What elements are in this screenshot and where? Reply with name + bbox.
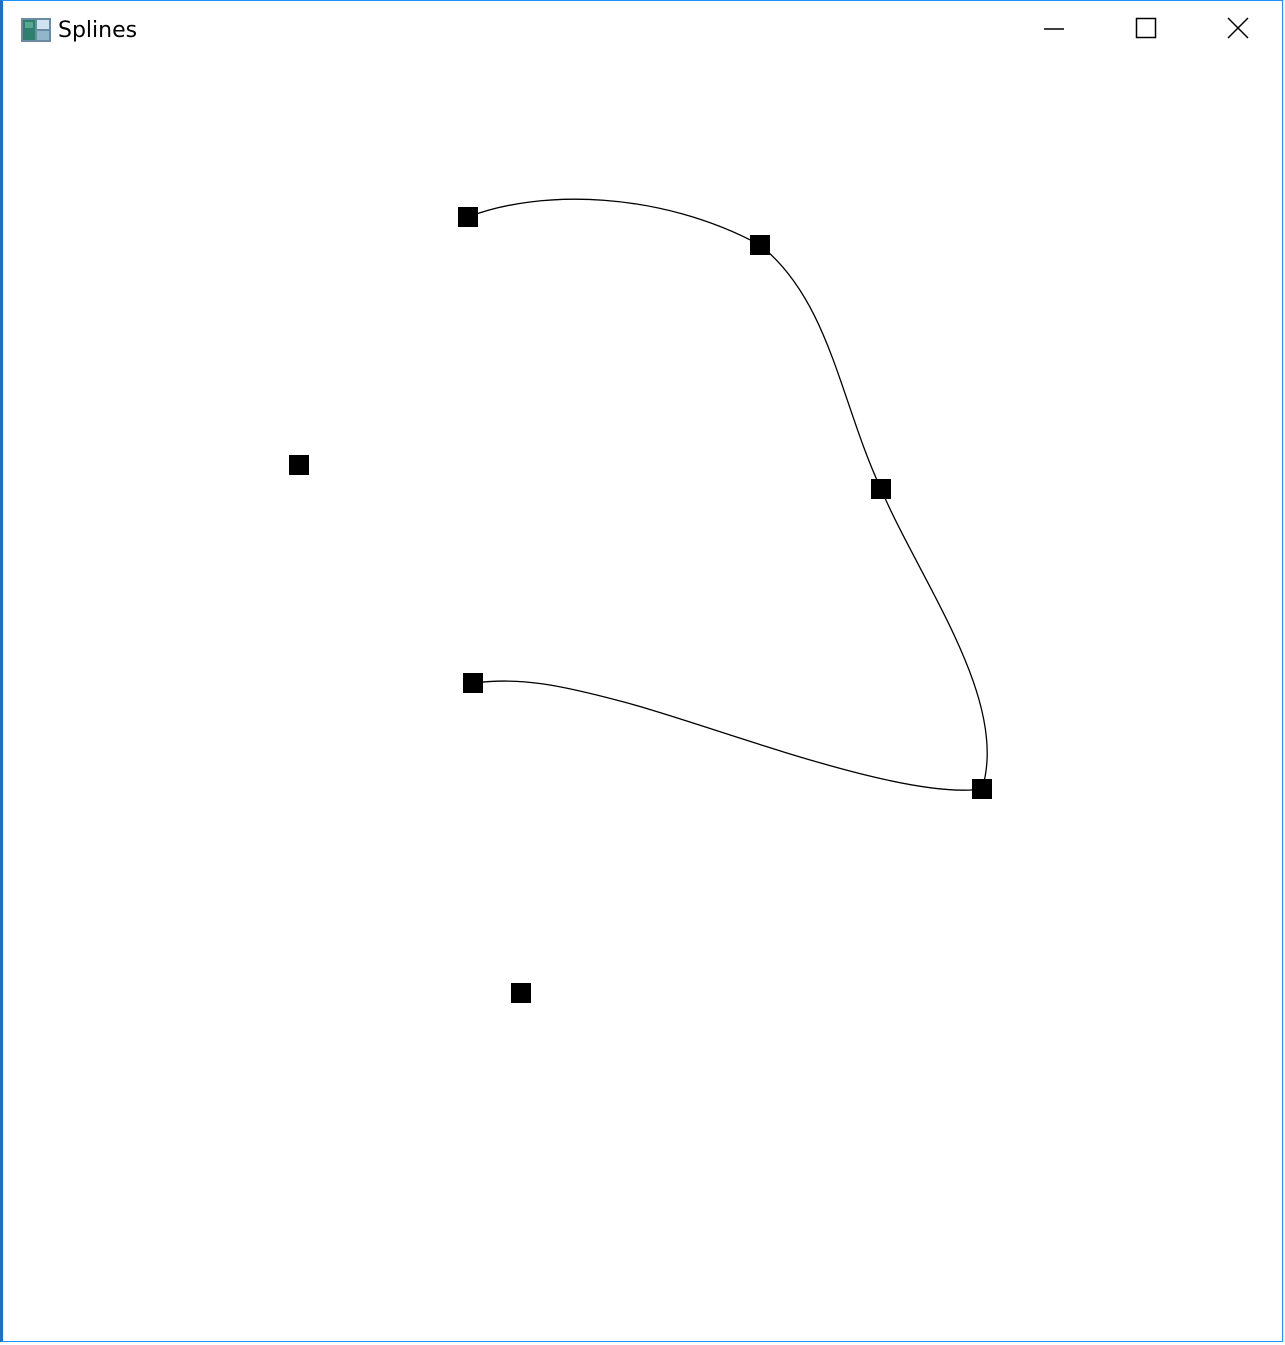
drawing-canvas[interactable]: [3, 63, 1285, 1343]
control-point[interactable]: [289, 455, 309, 475]
control-point[interactable]: [972, 779, 992, 799]
app-window: Splines: [0, 0, 1283, 1342]
spline-drawing[interactable]: [0, 1, 1285, 1345]
control-point[interactable]: [463, 673, 483, 693]
spline-curve: [467, 198, 988, 791]
control-point[interactable]: [871, 479, 891, 499]
control-point[interactable]: [458, 207, 478, 227]
control-point[interactable]: [511, 983, 531, 1003]
control-point[interactable]: [750, 235, 770, 255]
